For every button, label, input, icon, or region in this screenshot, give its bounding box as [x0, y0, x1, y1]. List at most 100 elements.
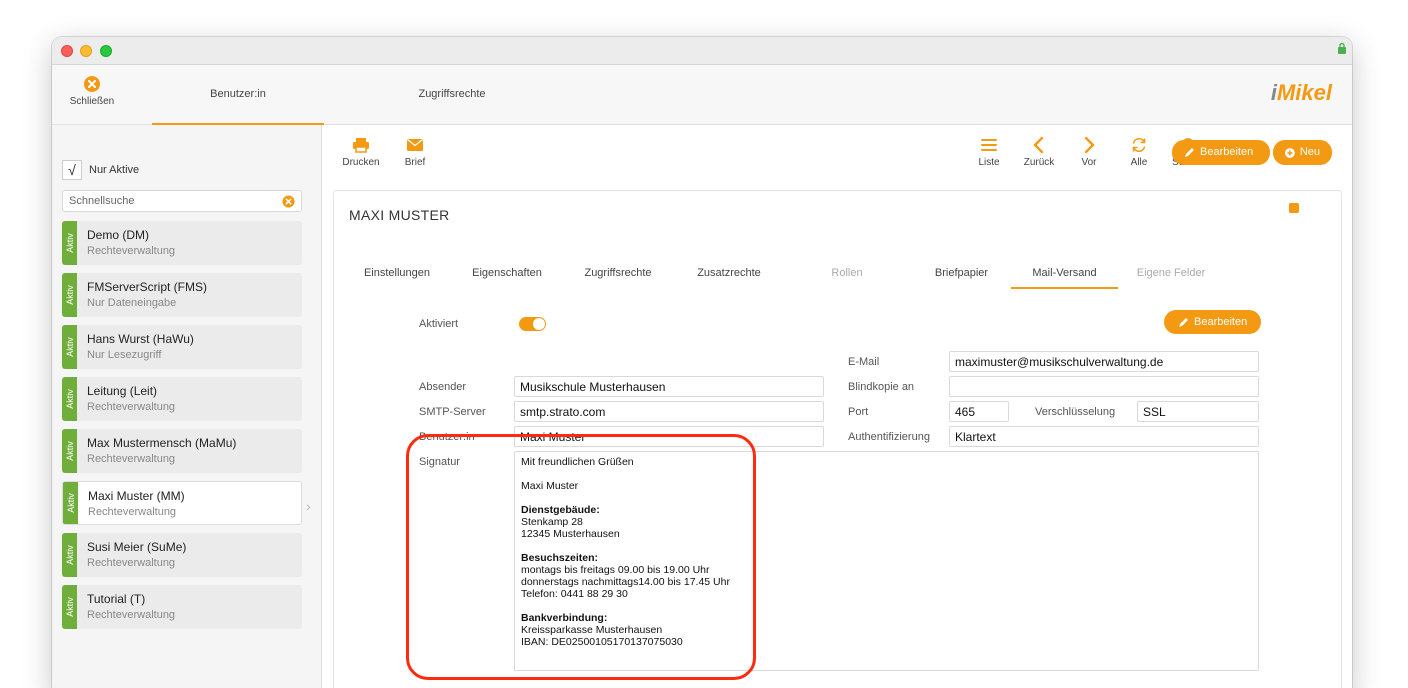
status-flag-label: Aktiv — [64, 597, 75, 617]
printer-icon — [353, 138, 369, 153]
user-name: Maxi Muster (MM) — [88, 489, 185, 503]
user-list-item[interactable]: Aktiv Demo (DM) Rechteverwaltung — [62, 221, 302, 265]
bcc-label: Blindkopie an — [848, 381, 915, 393]
user-role: Rechteverwaltung — [87, 245, 176, 257]
tab-benutzer-label: Benutzer:in — [210, 88, 266, 100]
user-list-item[interactable]: Aktiv Max Mustermensch (MaMu) Rechteverwal… — [62, 429, 302, 473]
back-button[interactable]: Zurück — [1016, 137, 1062, 168]
user-role: Nur Lesezugriff — [87, 349, 162, 361]
user-list-item[interactable]: Aktiv Susi Meier (SuMe) Rechteverwaltung — [62, 533, 302, 577]
all-button[interactable]: Alle — [1116, 137, 1162, 168]
user-name: Demo (DM) — [87, 228, 149, 242]
tab-benutzer[interactable]: Benutzer:in — [152, 65, 324, 125]
close-button[interactable]: Schließen — [62, 75, 122, 107]
lock-icon — [1338, 42, 1346, 54]
close-label: Schließen — [69, 96, 115, 107]
status-flag: Aktiv — [62, 273, 77, 317]
tab-zugriffsrechte-record[interactable]: Zugriffsrechte — [568, 263, 668, 289]
clear-search-icon[interactable] — [282, 195, 295, 208]
letter-button[interactable]: Brief — [392, 137, 438, 168]
only-active-checkbox[interactable]: √ — [62, 160, 82, 180]
user-name: Susi Meier (SuMe) — [87, 540, 187, 554]
mail-edit-button[interactable]: Bearbeiten — [1164, 310, 1261, 334]
only-active-filter[interactable]: √ Nur Aktive — [62, 160, 139, 180]
status-flag: Aktiv — [62, 533, 77, 577]
app-logo: iMikel — [1271, 80, 1332, 106]
mail-edit-label: Bearbeiten — [1194, 316, 1248, 328]
encryption-field[interactable]: SSL — [1137, 401, 1259, 422]
user-role: Rechteverwaltung — [87, 453, 176, 465]
tab-zugriffsrechte[interactable]: Zugriffsrechte — [364, 65, 540, 125]
edit-button[interactable]: Bearbeiten — [1172, 140, 1270, 165]
toolbar: Drucken Brief Liste Zurück Vor Alle Such… — [323, 125, 1352, 190]
signature-highlight — [406, 434, 756, 680]
activated-toggle[interactable] — [519, 317, 546, 331]
note-icon[interactable] — [1289, 203, 1299, 213]
auth-field[interactable]: Klartext — [949, 426, 1259, 447]
list-label: Liste — [978, 157, 1000, 168]
refresh-icon — [1132, 137, 1146, 153]
window-zoom-control[interactable] — [100, 45, 112, 57]
status-flag-label: Aktiv — [64, 545, 75, 565]
list-icon — [981, 139, 997, 151]
user-list-item[interactable]: Aktiv Leitung (Leit) Rechteverwaltung — [62, 377, 302, 421]
forward-button[interactable]: Vor — [1066, 137, 1112, 168]
window-minimize-control[interactable] — [80, 45, 92, 57]
status-flag: Aktiv — [62, 377, 77, 421]
user-role: Rechteverwaltung — [87, 401, 176, 413]
print-button[interactable]: Drucken — [338, 137, 384, 168]
tab-rollen: Rollen — [831, 267, 863, 279]
user-list-item[interactable]: Aktiv Tutorial (T) Rechteverwaltung — [62, 585, 302, 629]
new-button[interactable]: Neu — [1273, 140, 1332, 165]
quick-search-input[interactable]: Schnellsuche — [62, 190, 302, 212]
letter-label: Brief — [404, 157, 426, 168]
sidebar: √ Nur Aktive Schnellsuche Aktiv Demo (DM)… — [52, 125, 322, 688]
tab-eigene-felder: Eigene Felder — [1136, 267, 1206, 279]
sender-field[interactable]: Musikschule Musterhausen — [514, 376, 824, 397]
smtp-label: SMTP-Server — [419, 406, 486, 418]
title-bar — [52, 37, 1352, 65]
bcc-field[interactable] — [949, 376, 1259, 397]
user-list: Aktiv Demo (DM) Rechteverwaltung Aktiv FMSer… — [62, 221, 302, 637]
user-role: Rechteverwaltung — [87, 609, 176, 621]
user-list-item[interactable]: Aktiv FMServerScript (FMS) Nur Dateneingab… — [62, 273, 302, 317]
window-close-control[interactable] — [61, 45, 73, 57]
encryption-label: Verschlüsselung — [1035, 406, 1116, 418]
status-flag: Aktiv — [62, 429, 77, 473]
smtp-field[interactable]: smtp.strato.com — [514, 401, 824, 422]
all-label: Alle — [1130, 157, 1148, 168]
chevron-right-icon: › — [306, 498, 311, 514]
auth-label: Authentifizierung — [848, 431, 930, 443]
status-flag: Aktiv — [63, 482, 78, 524]
print-label: Drucken — [342, 157, 380, 168]
plus-icon — [1285, 147, 1295, 158]
status-flag: Aktiv — [62, 325, 77, 369]
tab-briefpapier[interactable]: Briefpapier — [914, 263, 1009, 289]
tab-zugriffsrechte-label: Zugriffsrechte — [418, 88, 486, 100]
tab-eigenschaften[interactable]: Eigenschaften — [461, 263, 553, 289]
back-label: Zurück — [1023, 157, 1055, 168]
sender-label: Absender — [419, 381, 467, 393]
user-list-item[interactable]: Aktiv Hans Wurst (HaWu) Nur Lesezugriff — [62, 325, 302, 369]
email-field[interactable]: maximuster@musikschulverwaltung.de — [949, 351, 1259, 372]
port-label: Port — [848, 406, 869, 418]
pencil-icon — [1179, 317, 1188, 327]
top-navigation: Schließen Benutzer:in Zugriffsrechte iMi… — [52, 65, 1352, 125]
user-role: Nur Dateneingabe — [87, 297, 177, 309]
list-button[interactable]: Liste — [966, 137, 1012, 168]
user-list-item[interactable]: Aktiv Maxi Muster (MM) Rechteverwaltung — [62, 481, 302, 525]
tab-mail-versand[interactable]: Mail-Versand — [1011, 263, 1118, 289]
tab-einstellungen[interactable]: Einstellungen — [349, 263, 445, 289]
user-role: Rechteverwaltung — [87, 557, 176, 569]
tab-zusatzrechte[interactable]: Zusatzrechte — [679, 263, 779, 289]
user-name: Leitung (Leit) — [87, 384, 158, 398]
status-flag-label: Aktiv — [64, 337, 75, 357]
chevron-right-icon — [1084, 137, 1095, 153]
pencil-icon — [1185, 148, 1194, 157]
quick-search-placeholder: Schnellsuche — [69, 195, 135, 207]
status-flag-label: Aktiv — [65, 493, 76, 513]
status-flag-label: Aktiv — [64, 233, 75, 253]
close-icon — [84, 76, 100, 92]
port-field[interactable]: 465 — [949, 401, 1009, 422]
forward-label: Vor — [1081, 157, 1097, 168]
